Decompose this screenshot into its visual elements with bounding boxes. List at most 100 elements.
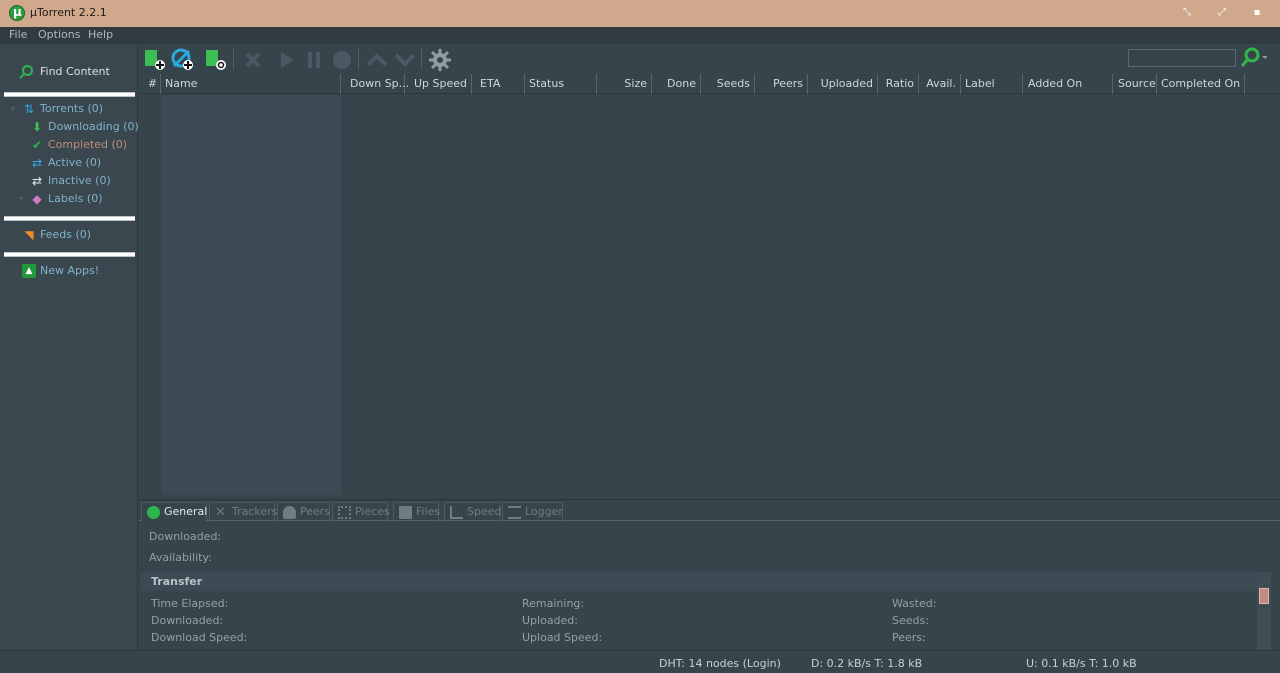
remove-icon[interactable] <box>241 48 265 72</box>
tab-logger[interactable]: Logger <box>502 502 563 521</box>
sidebar: Find Content ▿ ⇅ Torrents (0) ⬇ Download… <box>0 44 139 650</box>
minimize-icon[interactable]: ⤡ <box>1180 6 1194 20</box>
search-input[interactable] <box>1128 49 1236 67</box>
search-icon <box>22 65 33 76</box>
sidebar-item-feeds[interactable]: ◥ Feeds (0) <box>22 227 132 243</box>
rss-feed-icon: ◥ <box>24 228 34 242</box>
add-url-icon[interactable] <box>171 48 195 72</box>
col-avail[interactable]: Avail. <box>919 74 961 94</box>
scrollbar-thumb[interactable] <box>1259 588 1269 604</box>
upload-status[interactable]: U: 0.1 kB/s T: 1.0 kB <box>1026 657 1137 670</box>
sidebar-item-torrents[interactable]: ⇅ Torrents (0) <box>22 101 132 117</box>
logger-icon <box>508 506 521 519</box>
download-arrow-icon: ⬇ <box>31 120 43 134</box>
col-added-on[interactable]: Added On <box>1024 74 1113 94</box>
sidebar-item-labels[interactable]: ◆ Labels (0) <box>30 191 135 207</box>
col-completed-on[interactable]: Completed On <box>1157 74 1245 94</box>
col-seeds[interactable]: Seeds <box>701 74 755 94</box>
sidebar-item-downloading[interactable]: ⬇ Downloading (0) <box>30 119 139 135</box>
col-label[interactable]: Label <box>961 74 1023 94</box>
menu-bar: File Options Help <box>0 27 1280 44</box>
start-icon[interactable] <box>274 48 298 72</box>
sidebar-item-active[interactable]: ⇄ Active (0) <box>30 155 135 171</box>
pieces-icon <box>338 506 351 519</box>
sidebar-item-completed[interactable]: ✔ Completed (0) <box>30 137 135 153</box>
window-title: µTorrent 2.2.1 <box>30 6 107 19</box>
sidebar-divider <box>4 252 135 257</box>
tab-peers[interactable]: Peers <box>277 502 330 521</box>
col-peers[interactable]: Peers <box>755 74 808 94</box>
sidebar-divider <box>4 216 135 221</box>
tag-icon: ◆ <box>32 192 42 206</box>
close-icon[interactable]: ▪ <box>1250 6 1264 20</box>
tab-general[interactable]: General <box>141 502 207 521</box>
toolbar <box>139 44 1280 74</box>
trackers-icon: ✕ <box>215 505 226 520</box>
apps-icon: ▲ <box>22 264 36 278</box>
move-down-icon[interactable] <box>393 48 417 72</box>
remaining-label: Remaining: <box>522 597 585 610</box>
col-done[interactable]: Done <box>653 74 701 94</box>
col-eta[interactable]: ETA <box>476 74 525 94</box>
detail-tabs: General ✕ Trackers Peers Pieces Files Sp… <box>139 500 1280 521</box>
transfer-section-header: Transfer <box>141 572 1259 591</box>
name-column-area <box>161 95 341 495</box>
toolbar-separator <box>358 48 359 70</box>
col-source[interactable]: Source <box>1114 74 1157 94</box>
toolbar-separator <box>233 48 234 70</box>
availability-label: Availability: <box>149 551 212 564</box>
move-up-icon[interactable] <box>365 48 389 72</box>
tab-trackers[interactable]: ✕ Trackers <box>209 502 277 521</box>
find-content-label: Find Content <box>40 65 110 78</box>
peers-icon <box>283 506 296 519</box>
dht-status[interactable]: DHT: 14 nodes (Login) <box>659 657 781 670</box>
col-uploaded[interactable]: Uploaded <box>808 74 878 94</box>
tab-pieces[interactable]: Pieces <box>332 502 390 521</box>
sidebar-item-inactive[interactable]: ⇄ Inactive (0) <box>30 173 135 189</box>
toolbar-separator <box>421 48 422 70</box>
speed-chart-icon <box>450 506 463 519</box>
col-status[interactable]: Status <box>525 74 597 94</box>
col-name[interactable]: Name <box>161 74 341 94</box>
menu-options[interactable]: Options <box>38 28 80 41</box>
status-bar: DHT: 14 nodes (Login) D: 0.2 kB/s T: 1.8… <box>0 650 1280 673</box>
expand-arrow-icon[interactable]: ▿ <box>11 105 15 113</box>
transfer-downloaded-label: Downloaded: <box>151 614 224 627</box>
sidebar-item-apps[interactable]: ▲ New Apps! <box>22 263 132 279</box>
wasted-label: Wasted: <box>892 597 937 610</box>
upload-speed-label: Upload Speed: <box>522 631 603 644</box>
scrollbar[interactable] <box>1257 572 1271 650</box>
peers-label: Peers: <box>892 631 926 644</box>
col-up-speed[interactable]: Up Speed <box>406 74 472 94</box>
maximize-icon[interactable]: ⤢ <box>1215 6 1229 20</box>
utorrent-logo-icon <box>9 5 25 21</box>
sidebar-divider <box>4 92 135 97</box>
uploaded-label: Uploaded: <box>522 614 578 627</box>
labels-expand-icon[interactable]: ▹ <box>20 194 24 202</box>
download-speed-label: Download Speed: <box>151 631 248 644</box>
title-bar: µTorrent 2.2.1 ⤡ ⤢ ▪ <box>0 0 1280 27</box>
col-down-speed[interactable]: Down Sp... <box>346 74 409 94</box>
info-icon <box>147 506 160 519</box>
torrents-icon: ⇅ <box>23 102 35 116</box>
settings-gear-icon[interactable] <box>428 48 452 72</box>
menu-help[interactable]: Help <box>88 28 113 41</box>
checkmark-icon: ✔ <box>31 138 43 152</box>
pause-icon[interactable] <box>302 48 326 72</box>
search-icon[interactable] <box>1239 47 1267 69</box>
add-torrent-icon[interactable] <box>143 48 167 72</box>
create-torrent-icon[interactable] <box>204 48 228 72</box>
tab-files[interactable]: Files <box>393 502 440 521</box>
tab-speed[interactable]: Speed <box>444 502 501 521</box>
downloaded-label: Downloaded: <box>149 530 222 543</box>
col-size[interactable]: Size <box>597 74 652 94</box>
col-ratio[interactable]: Ratio <box>878 74 919 94</box>
download-status[interactable]: D: 0.2 kB/s T: 1.8 kB <box>811 657 922 670</box>
details-pane: General ✕ Trackers Peers Pieces Files Sp… <box>139 499 1280 650</box>
col-index[interactable]: # <box>145 74 161 94</box>
stop-icon[interactable] <box>330 48 354 72</box>
inactive-arrows-icon: ⇄ <box>31 174 43 188</box>
menu-file[interactable]: File <box>9 28 27 41</box>
seeds-label: Seeds: <box>892 614 929 627</box>
time-elapsed-label: Time Elapsed: <box>151 597 229 610</box>
